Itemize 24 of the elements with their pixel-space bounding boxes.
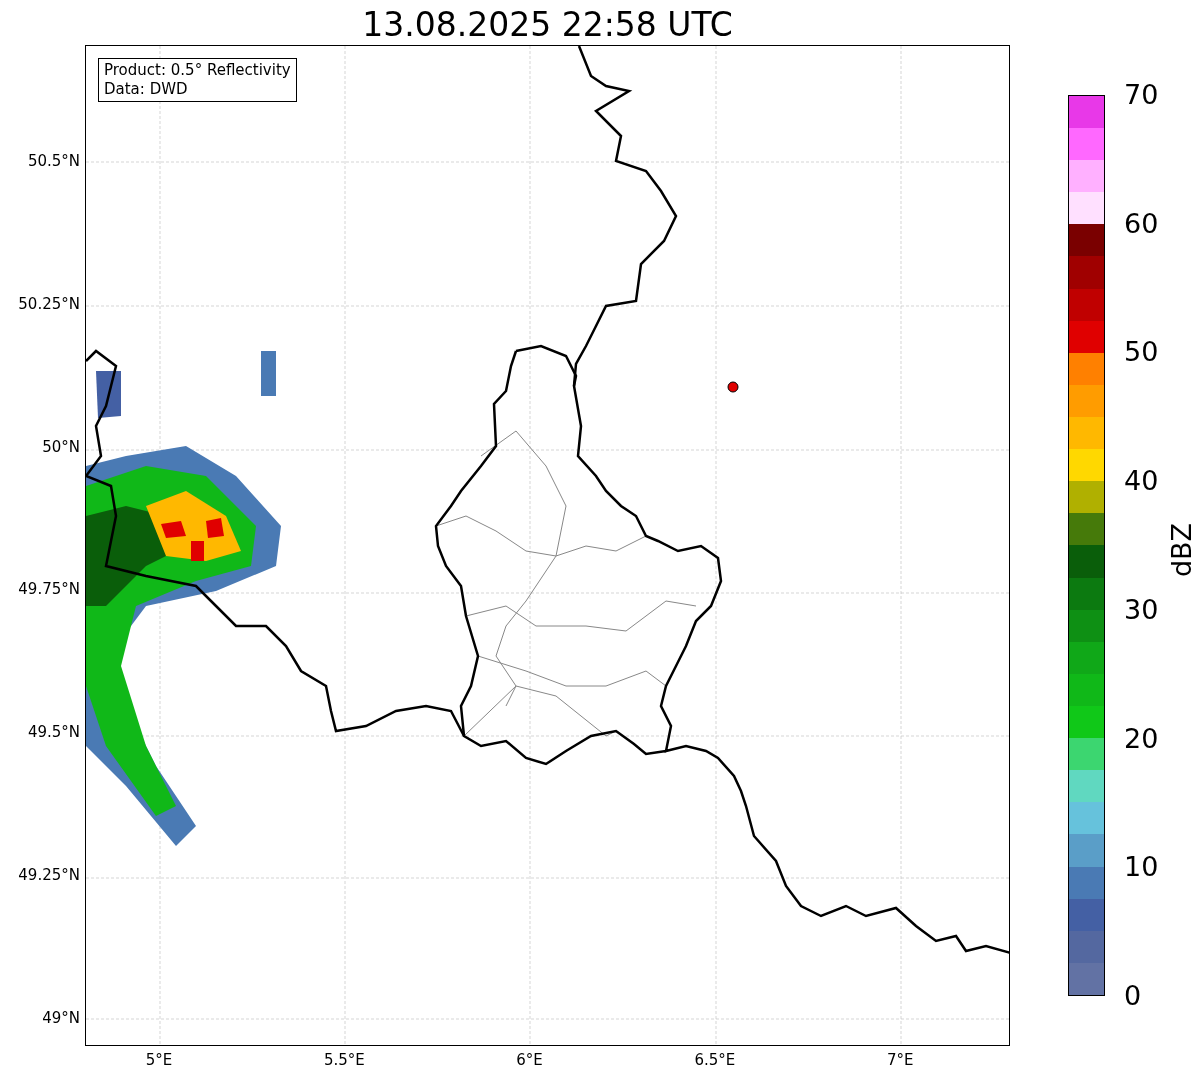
colorbar-tick-label: 20 bbox=[1124, 723, 1159, 754]
colorbar-tick-label: 30 bbox=[1124, 594, 1159, 625]
colorbar-tick-label: 10 bbox=[1124, 852, 1159, 883]
colorbar-tick-label: 70 bbox=[1124, 80, 1159, 110]
colorbar-tick-label: 0 bbox=[1124, 981, 1142, 1011]
longitude-tick-label: 7°E bbox=[886, 1050, 914, 1070]
colorbar-tick-label: 60 bbox=[1124, 208, 1159, 239]
colorbar-tick-label: 40 bbox=[1124, 466, 1159, 497]
colorbar-tick-label: 50 bbox=[1124, 337, 1159, 368]
latitude-tick-label: 49.5°N bbox=[27, 723, 80, 742]
longitude-tick-label: 6°E bbox=[516, 1050, 543, 1070]
colorbar-label: dBZ bbox=[1167, 522, 1197, 578]
latitude-tick-label: 50.25°N bbox=[18, 294, 80, 313]
longitude-tick-label: 5.5°E bbox=[323, 1050, 365, 1070]
legend-text: Data: DWD bbox=[104, 80, 189, 99]
latitude-tick-label: 50°N bbox=[42, 437, 80, 456]
chart-title: 13.08.2025 22:58 UTC bbox=[361, 4, 734, 46]
latitude-tick-label: 49.25°N bbox=[18, 866, 80, 884]
longitude-tick-label: 5°E bbox=[145, 1050, 173, 1070]
latitude-tick-label: 49.75°N bbox=[18, 580, 80, 599]
legend-text: Product: 0.5° Reflectivity bbox=[104, 61, 291, 80]
latitude-tick-label: 50.5°N bbox=[27, 152, 80, 170]
longitude-tick-label: 6.5°E bbox=[694, 1050, 736, 1070]
latitude-tick-label: 49°N bbox=[42, 1008, 80, 1027]
